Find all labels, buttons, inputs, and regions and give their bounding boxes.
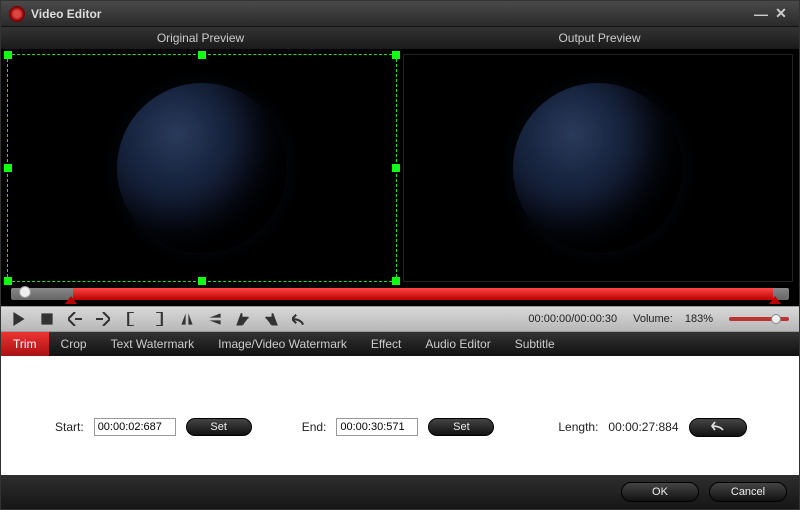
preview-area [1, 50, 799, 284]
crop-handle[interactable] [392, 277, 400, 285]
app-icon [9, 6, 25, 22]
reset-length-button[interactable] [689, 418, 747, 437]
set-end-button[interactable]: Set [428, 418, 494, 436]
window-title: Video Editor [31, 7, 751, 21]
titlebar: Video Editor — ✕ [1, 1, 799, 27]
cancel-button[interactable]: Cancel [709, 482, 787, 502]
crop-handle[interactable] [4, 277, 12, 285]
play-icon[interactable] [11, 311, 27, 327]
crop-handle[interactable] [4, 164, 12, 172]
tabbar: Trim Crop Text Watermark Image/Video Wat… [1, 332, 799, 356]
volume-knob[interactable] [771, 314, 781, 324]
tab-crop[interactable]: Crop [49, 332, 99, 356]
trim-panel: Start: Set End: Set Length: 00:00:27:884 [1, 356, 799, 464]
original-preview-pane[interactable] [7, 54, 397, 282]
start-time-input[interactable] [94, 418, 176, 436]
undo-icon[interactable] [291, 311, 307, 327]
ok-button[interactable]: OK [621, 482, 699, 502]
volume-label: Volume: [633, 313, 673, 325]
tab-image-video-watermark[interactable]: Image/Video Watermark [206, 332, 359, 356]
tab-text-watermark[interactable]: Text Watermark [99, 332, 207, 356]
timeline-strip [1, 284, 799, 306]
playback-time: 00:00:00/00:00:30 [528, 313, 617, 325]
minimize-button[interactable]: — [751, 6, 771, 22]
playback-controls: 00:00:00/00:00:30 Volume: 183% [1, 306, 799, 332]
flip-horizontal-icon[interactable] [179, 311, 195, 327]
tab-trim[interactable]: Trim [1, 332, 49, 356]
bracket-end-icon[interactable] [151, 311, 167, 327]
output-preview-pane [403, 54, 793, 282]
footer: OK Cancel [1, 475, 799, 509]
crop-handle[interactable] [198, 277, 206, 285]
length-value: 00:00:27:884 [608, 420, 678, 434]
stop-icon[interactable] [39, 311, 55, 327]
tab-subtitle[interactable]: Subtitle [503, 332, 567, 356]
tab-effect[interactable]: Effect [359, 332, 413, 356]
video-frame-output [513, 83, 683, 253]
set-start-button[interactable]: Set [186, 418, 252, 436]
crop-handle[interactable] [392, 51, 400, 59]
volume-slider[interactable] [729, 317, 789, 321]
end-label: End: [302, 420, 327, 434]
original-preview-label: Original Preview [1, 27, 400, 49]
crop-handle[interactable] [198, 51, 206, 59]
close-button[interactable]: ✕ [771, 5, 791, 22]
start-label: Start: [55, 420, 84, 434]
trim-start-marker[interactable] [65, 296, 77, 304]
flip-vertical-icon[interactable] [207, 311, 223, 327]
crop-handle[interactable] [4, 51, 12, 59]
tab-audio-editor[interactable]: Audio Editor [413, 332, 502, 356]
trim-end-marker[interactable] [769, 296, 781, 304]
preview-header: Original Preview Output Preview [1, 27, 799, 50]
playhead[interactable] [19, 286, 31, 298]
length-label: Length: [558, 420, 598, 434]
rotate-ccw-icon[interactable] [235, 311, 251, 327]
timeline-selection [73, 288, 773, 300]
volume-value: 183% [685, 313, 713, 325]
undo-icon [711, 421, 725, 431]
output-preview-label: Output Preview [400, 27, 799, 49]
video-frame-original [117, 83, 287, 253]
timeline[interactable] [11, 288, 789, 300]
step-back-icon[interactable] [67, 311, 83, 327]
bracket-start-icon[interactable] [123, 311, 139, 327]
rotate-cw-icon[interactable] [263, 311, 279, 327]
step-forward-icon[interactable] [95, 311, 111, 327]
crop-handle[interactable] [392, 164, 400, 172]
end-time-input[interactable] [336, 418, 418, 436]
